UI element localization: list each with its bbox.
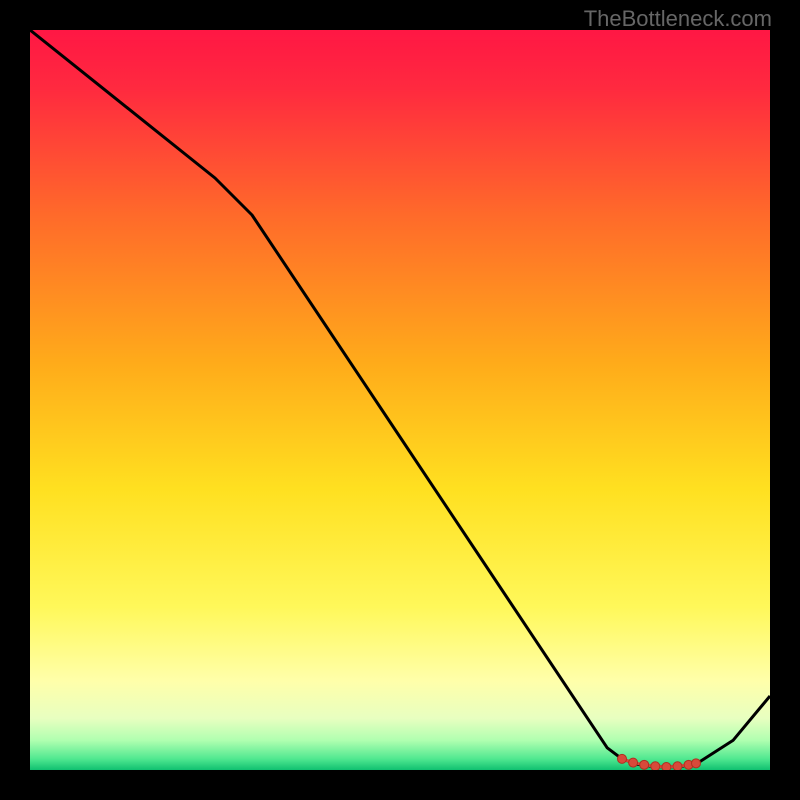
chart-container: TheBottleneck.com bbox=[0, 0, 800, 800]
optimal-marker bbox=[673, 762, 682, 770]
optimal-marker bbox=[692, 759, 701, 768]
watermark-text: TheBottleneck.com bbox=[584, 6, 772, 32]
curve-layer bbox=[30, 30, 770, 770]
optimal-marker bbox=[618, 754, 627, 763]
optimal-marker bbox=[640, 760, 649, 769]
optimal-marker bbox=[662, 763, 671, 770]
bottleneck-curve bbox=[30, 30, 770, 767]
plot-frame bbox=[30, 30, 770, 770]
optimal-marker bbox=[629, 758, 638, 767]
optimal-marker bbox=[651, 762, 660, 770]
